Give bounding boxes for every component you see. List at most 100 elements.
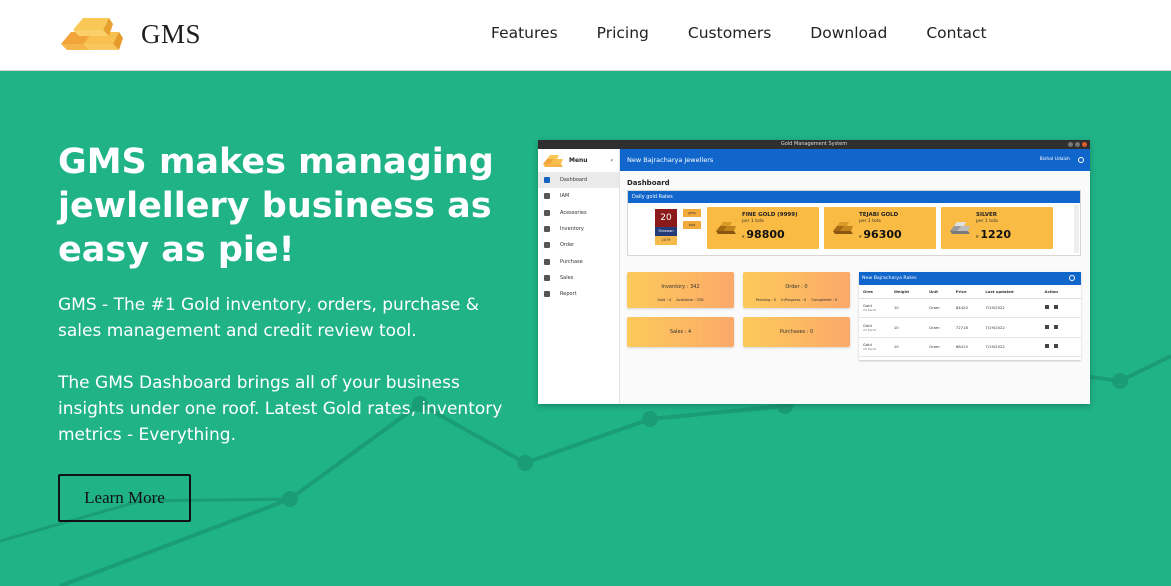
rate-name: TEJABI GOLD (859, 212, 899, 218)
metric-title: Order : 0 (785, 284, 808, 290)
delete-icon[interactable] (1053, 344, 1058, 349)
rates-scrollbar[interactable] (1074, 205, 1079, 253)
dashboard-main: Dashboard Daily gold Rates 20 Shrawan 20… (620, 171, 1090, 404)
metric-title: Inventory : 342 (661, 284, 700, 290)
window-controls (1068, 142, 1087, 147)
column-header: Ores (859, 285, 890, 299)
metric-completed: Completed : 0 (811, 298, 838, 302)
currency-symbol: रु (859, 234, 862, 239)
nav-link-customers[interactable]: Customers (688, 24, 771, 42)
action-cell (1040, 298, 1081, 318)
sidebar-item-label: IAM (560, 193, 570, 200)
sidebar-item-label: Dashboard (560, 177, 588, 184)
edit-icon[interactable] (1044, 305, 1049, 310)
sidebar-menu-label: Menu (569, 157, 588, 164)
hero-subtitle: GMS - The #1 Gold inventory, orders, pur… (58, 295, 479, 341)
sidebar-item-purchase[interactable]: Purchase (538, 253, 619, 269)
metric-details: Pending : 0 InProgress : 0 Completed : 0 (743, 298, 850, 302)
updated-cell: 7/19/2022 (981, 298, 1041, 318)
rate-value: रु 98800 (742, 228, 785, 241)
metric-sales[interactable]: Sales : 4 (627, 317, 734, 347)
user-avatar-icon[interactable] (1078, 157, 1084, 163)
currency-symbol: रु (742, 234, 745, 239)
nav-link-pricing[interactable]: Pricing (597, 24, 649, 42)
rate-card-silver: SILVER per 1 tola रु 1220 (941, 207, 1053, 249)
edit-icon[interactable] (1044, 324, 1049, 329)
hero-description: The GMS Dashboard brings all of your bus… (58, 373, 503, 445)
basket-icon (544, 258, 550, 265)
metric-pending: Pending : 0 (755, 298, 777, 302)
rate-per: per 1 tola (859, 219, 881, 224)
chevron-left-icon[interactable]: ‹ (611, 157, 613, 164)
sidebar-item-iam[interactable]: IAM (538, 188, 619, 204)
delete-icon[interactable] (1053, 305, 1058, 310)
action-cell (1040, 337, 1081, 357)
info-icon[interactable] (1069, 275, 1075, 281)
metric-inventory[interactable]: Inventory : 342 Sold : 4 Available : 338 (627, 272, 734, 308)
sidebar-item-acessories[interactable]: Acessories (538, 205, 619, 221)
maximize-icon (1075, 142, 1080, 147)
file-icon (544, 226, 550, 233)
nav-link-contact[interactable]: Contact (926, 24, 986, 42)
close-icon (1082, 142, 1087, 147)
nepali-date-badge: 20 Shrawan 2079 (655, 209, 677, 247)
sidebar-item-label: Order (560, 242, 575, 249)
unit-cell: Gram (925, 337, 952, 357)
rate-name: FINE GOLD (9999) (742, 212, 798, 218)
edit-icon[interactable] (1044, 344, 1049, 349)
delete-icon[interactable] (1053, 324, 1058, 329)
metric-title: Purchases : 0 (779, 329, 814, 335)
rate-value: रु 1220 (976, 228, 1011, 241)
sidebar-header: Menu ‹ (538, 149, 619, 172)
app-topbar: New Bajracharya Jewellers Bishal Udaish (620, 149, 1090, 171)
column-header: Weight (889, 285, 926, 299)
rate-number: 1220 (980, 228, 1012, 241)
rate-per: per 1 tola (742, 219, 764, 224)
metric-order[interactable]: Order : 0 Pending : 0 InProgress : 0 Com… (743, 272, 850, 308)
sidebar-item-sales[interactable]: Sales (538, 270, 619, 286)
column-header: Price (951, 285, 982, 299)
weight-cell: 10 (889, 298, 926, 318)
rates-table-title: New Bajracharya Rates (862, 276, 917, 281)
unit-cell: Gram (925, 317, 952, 338)
globe-icon (544, 193, 550, 200)
date-month: Shrawan (655, 227, 677, 236)
nav-link-download[interactable]: Download (810, 24, 887, 42)
document-icon (544, 209, 550, 216)
sidebar-item-label: Report (560, 291, 577, 298)
dashboard-icon (544, 177, 550, 184)
sidebar-item-order[interactable]: Order (538, 237, 619, 253)
brand[interactable]: GMS (57, 10, 201, 58)
weight-cell: 10 (889, 317, 926, 338)
list-icon (544, 242, 550, 249)
user-name[interactable]: Bishal Udaish (1040, 149, 1070, 171)
silver-bars-icon (950, 222, 970, 234)
sidebar-item-report[interactable]: Report (538, 286, 619, 302)
gold-bars-logo-icon (543, 154, 563, 167)
rate-card-tejabi-gold: TEJABI GOLD per 1 tola रु 96300 (824, 207, 936, 249)
sidebar-item-inventory[interactable]: Inventory (538, 221, 619, 237)
gold-bars-icon (716, 222, 736, 234)
table-row: Gold 18 Karat 10 Gram 68415 7/19/2022 (859, 337, 1081, 357)
nav-links: Features Pricing Customers Download Cont… (491, 24, 1026, 42)
ore-cell: Gold 22 Karat (859, 317, 890, 338)
chart-icon (544, 291, 550, 298)
learn-more-button[interactable]: Learn More (58, 474, 191, 522)
ore-karat: 24 Karat (863, 308, 876, 313)
metric-purchases[interactable]: Purchases : 0 (743, 317, 850, 347)
brand-name: GMS (141, 18, 202, 49)
sidebar-item-label: Sales (560, 274, 574, 281)
nav-link-features[interactable]: Features (491, 24, 558, 42)
unit-toggle-tola[interactable]: tola (683, 221, 701, 229)
date-day: 20 (655, 209, 677, 227)
unit-toggle-gms[interactable]: gms (683, 209, 701, 217)
price-cell: 68415 (951, 337, 982, 357)
sidebar-item-dashboard[interactable]: Dashboard (538, 172, 619, 189)
app-body: Menu ‹ Dashboard IAM Acessories Inventor… (538, 149, 1090, 404)
rate-number: 98800 (746, 228, 785, 241)
gold-bars-icon (833, 222, 853, 234)
top-navbar: GMS Features Pricing Customers Download … (0, 0, 1171, 71)
ore-cell: Gold 18 Karat (859, 337, 890, 357)
metric-sold: Sold : 4 (657, 298, 672, 302)
table-row: Gold 22 Karat 10 Gram 72718 7/19/2022 (859, 317, 1081, 338)
